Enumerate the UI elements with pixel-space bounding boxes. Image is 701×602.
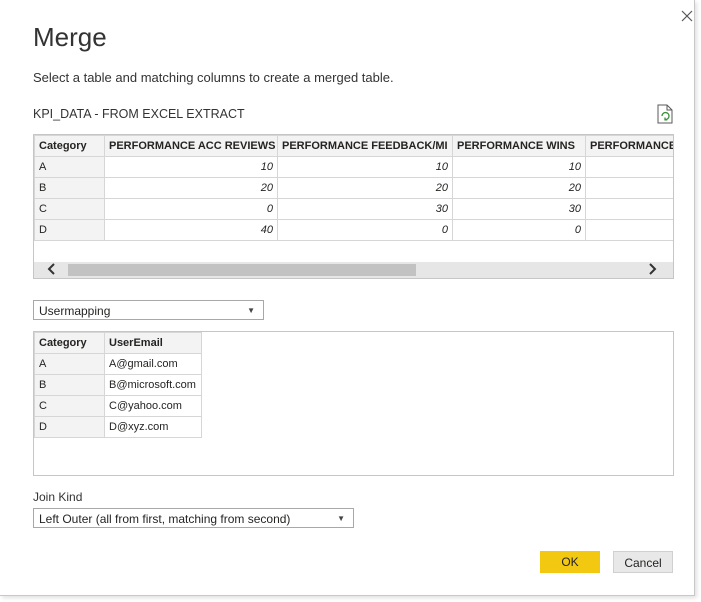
table-row: A A@gmail.com <box>34 353 202 375</box>
table-row: C C@yahoo.com <box>34 395 202 417</box>
column-header[interactable]: PERFORMANCE FEEDBACK/MI <box>277 135 453 157</box>
table-cell: C@yahoo.com <box>104 395 202 417</box>
table-cell: C <box>34 395 105 417</box>
table-cell: D <box>34 416 105 438</box>
join-kind-select-value: Left Outer (all from first, matching fro… <box>39 512 291 526</box>
table-cell: B@microsoft.com <box>104 374 202 396</box>
table-cell: A@gmail.com <box>104 353 202 375</box>
table-row: D D@xyz.com <box>34 416 202 438</box>
table-cell <box>585 156 673 178</box>
table-row: B B@microsoft.com <box>34 374 202 396</box>
table-cell: D <box>34 219 105 241</box>
table-cell: 0 <box>104 198 278 220</box>
table-cell: C <box>34 198 105 220</box>
table-cell: 20 <box>452 177 586 199</box>
first-table-header-row: Category PERFORMANCE ACC REVIEWS PERFORM… <box>34 135 673 157</box>
table-cell: B <box>34 374 105 396</box>
first-table-preview[interactable]: Category PERFORMANCE ACC REVIEWS PERFORM… <box>33 134 674 279</box>
table-cell: 0 <box>277 219 453 241</box>
table-row: C 0 30 30 <box>34 198 673 220</box>
chevron-down-icon: ▼ <box>337 514 345 523</box>
first-table-name: KPI_DATA - FROM EXCEL EXTRACT <box>33 107 245 121</box>
column-header[interactable]: PERFORMANCE WINS <box>452 135 586 157</box>
second-table-preview[interactable]: Category UserEmail A A@gmail.com B B@mic… <box>33 331 674 476</box>
column-header[interactable]: UserEmail <box>104 332 202 354</box>
second-table-select-value: Usermapping <box>39 304 111 318</box>
join-kind-select[interactable]: Left Outer (all from first, matching fro… <box>33 508 354 528</box>
table-row: A 10 10 10 <box>34 156 673 178</box>
table-cell <box>585 198 673 220</box>
scroll-right-icon[interactable] <box>642 262 662 278</box>
table-cell: 10 <box>452 156 586 178</box>
table-cell <box>585 177 673 199</box>
table-cell: 30 <box>277 198 453 220</box>
column-header[interactable]: PERFORMANCE C <box>585 135 673 157</box>
column-header[interactable]: PERFORMANCE ACC REVIEWS <box>104 135 278 157</box>
table-row: D 40 0 0 <box>34 219 673 241</box>
table-cell: D@xyz.com <box>104 416 202 438</box>
chevron-down-icon: ▼ <box>247 306 255 315</box>
ok-button[interactable]: OK <box>540 551 600 573</box>
join-kind-label: Join Kind <box>33 490 83 504</box>
table-cell: B <box>34 177 105 199</box>
cancel-button[interactable]: Cancel <box>613 551 673 573</box>
table-cell: 30 <box>452 198 586 220</box>
table-row: B 20 20 20 <box>34 177 673 199</box>
second-table-grid: Category UserEmail A A@gmail.com B B@mic… <box>34 332 202 438</box>
refresh-preview-icon[interactable] <box>656 104 674 124</box>
table-cell: 20 <box>104 177 278 199</box>
column-header[interactable]: Category <box>34 332 105 354</box>
dialog-description: Select a table and matching columns to c… <box>33 70 394 85</box>
second-table-select[interactable]: Usermapping ▼ <box>33 300 264 320</box>
scroll-left-icon[interactable] <box>42 262 62 278</box>
table-cell: A <box>34 353 105 375</box>
merge-dialog: Merge Select a table and matching column… <box>0 0 695 596</box>
second-table-header-row: Category UserEmail <box>34 332 202 354</box>
column-header[interactable]: Category <box>34 135 105 157</box>
table-cell <box>585 219 673 241</box>
table-cell: 10 <box>104 156 278 178</box>
dialog-title: Merge <box>33 22 107 52</box>
table-cell: 40 <box>104 219 278 241</box>
table-cell: 10 <box>277 156 453 178</box>
scrollbar-thumb[interactable] <box>68 264 416 276</box>
horizontal-scrollbar[interactable] <box>34 262 673 278</box>
first-table-grid: Category PERFORMANCE ACC REVIEWS PERFORM… <box>34 135 673 241</box>
close-icon[interactable] <box>679 8 695 24</box>
table-cell: 20 <box>277 177 453 199</box>
table-cell: 0 <box>452 219 586 241</box>
table-cell: A <box>34 156 105 178</box>
